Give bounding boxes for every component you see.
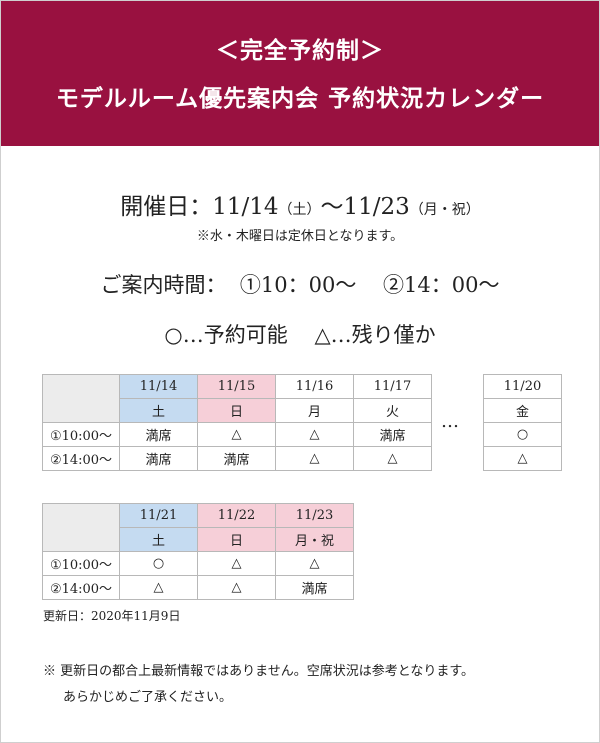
- table-row: ①10:00〜 満席 △ △ 満席: [42, 422, 432, 447]
- table-corner: [42, 503, 120, 552]
- period-end: 11/23: [343, 194, 410, 220]
- calendar-table-week1: 11/14 11/15 11/16 11/17 土 日 月 火 ①10:00〜 …: [42, 374, 432, 471]
- date-header: 11/20: [483, 374, 562, 399]
- legend: ○…予約可能 △…残り僅か: [1, 319, 599, 349]
- weekday-header: 金: [483, 398, 562, 423]
- time-slot-label: ②14:00〜: [42, 575, 120, 600]
- slot-status: ○: [119, 551, 198, 576]
- weekday-header: 月・祝: [275, 527, 354, 552]
- period-start: 11/14: [212, 194, 279, 220]
- legend-available: ○…予約可能: [164, 323, 288, 347]
- table-row: ①10:00〜 ○ △ △: [42, 551, 354, 576]
- table-row: ②14:00〜 満席 満席 △ △: [42, 446, 432, 471]
- header-banner: ＜完全予約制＞ モデルルーム優先案内会 予約状況カレンダー: [1, 1, 599, 146]
- weekday-header: 日: [197, 527, 276, 552]
- footer-note-line2: あらかじめご了承ください。: [63, 690, 233, 705]
- slot-status: △: [197, 575, 276, 600]
- period-end-dow: （月・祝）: [409, 202, 480, 218]
- period-tilde: 〜: [320, 194, 344, 220]
- updated-date: 更新日：2020年11月9日: [43, 609, 181, 623]
- slot-status: 満席: [119, 446, 198, 471]
- slot-status: △: [275, 446, 354, 471]
- footer-note: ※ 更新日の都合上最新情報ではありません。空席状況は参考となります。 あらかじめ…: [43, 659, 474, 711]
- slot-status: △: [275, 422, 354, 447]
- date-header: 11/21: [119, 503, 198, 528]
- slot-status: △: [275, 551, 354, 576]
- weekday-header: 火: [353, 398, 432, 423]
- date-header: 11/16: [275, 374, 354, 399]
- date-header: 11/17: [353, 374, 432, 399]
- hours-label: ご案内時間：: [100, 273, 227, 297]
- page-frame: ＜完全予約制＞ モデルルーム優先案内会 予約状況カレンダー 開催日：11/14（…: [0, 0, 600, 743]
- period-label: 開催日：: [120, 194, 213, 220]
- header-subtitle: ＜完全予約制＞: [216, 37, 384, 64]
- slot-status: △: [353, 446, 432, 471]
- slot-status: 満席: [119, 422, 198, 447]
- weekday-header: 土: [119, 398, 198, 423]
- ellipsis: …: [441, 411, 460, 432]
- table-row: ②14:00〜 △ △ 満席: [42, 575, 354, 600]
- guidance-hours: ご案内時間： ①10：00〜 ②14：00〜: [1, 269, 599, 299]
- hours-slot1: ①10：00〜: [239, 273, 357, 297]
- legend-few: △…残り僅か: [314, 323, 436, 347]
- weekday-header: 日: [197, 398, 276, 423]
- slot-status: ○: [483, 422, 562, 447]
- header-title: モデルルーム優先案内会 予約状況カレンダー: [55, 85, 545, 112]
- slot-status: 満席: [197, 446, 276, 471]
- weekday-header: 土: [119, 527, 198, 552]
- slot-status: △: [197, 551, 276, 576]
- hours-slot2: ②14：00〜: [383, 273, 500, 297]
- event-period: 開催日：11/14（土）〜11/23（月・祝）: [1, 187, 599, 221]
- time-slot-label: ①10:00〜: [42, 422, 120, 447]
- closed-days-note: ※水・木曜日は定休日となります。: [196, 229, 404, 244]
- slot-status: 満席: [275, 575, 354, 600]
- calendar-table-week2: 11/21 11/22 11/23 土 日 月・祝 ①10:00〜 ○ △ △ …: [42, 503, 354, 600]
- slot-status: 満席: [353, 422, 432, 447]
- calendar-table-extra: 11/20 金 ○ △: [483, 374, 562, 471]
- table-corner: [42, 374, 120, 423]
- date-header: 11/22: [197, 503, 276, 528]
- period-start-dow: （土）: [278, 202, 321, 218]
- slot-status: △: [119, 575, 198, 600]
- footer-note-line1: ※ 更新日の都合上最新情報ではありません。空席状況は参考となります。: [43, 664, 475, 679]
- slot-status: △: [197, 422, 276, 447]
- time-slot-label: ①10:00〜: [42, 551, 120, 576]
- time-slot-label: ②14:00〜: [42, 446, 120, 471]
- slot-status: △: [483, 446, 562, 471]
- date-header: 11/14: [119, 374, 198, 399]
- date-header: 11/23: [275, 503, 354, 528]
- weekday-header: 月: [275, 398, 354, 423]
- date-header: 11/15: [197, 374, 276, 399]
